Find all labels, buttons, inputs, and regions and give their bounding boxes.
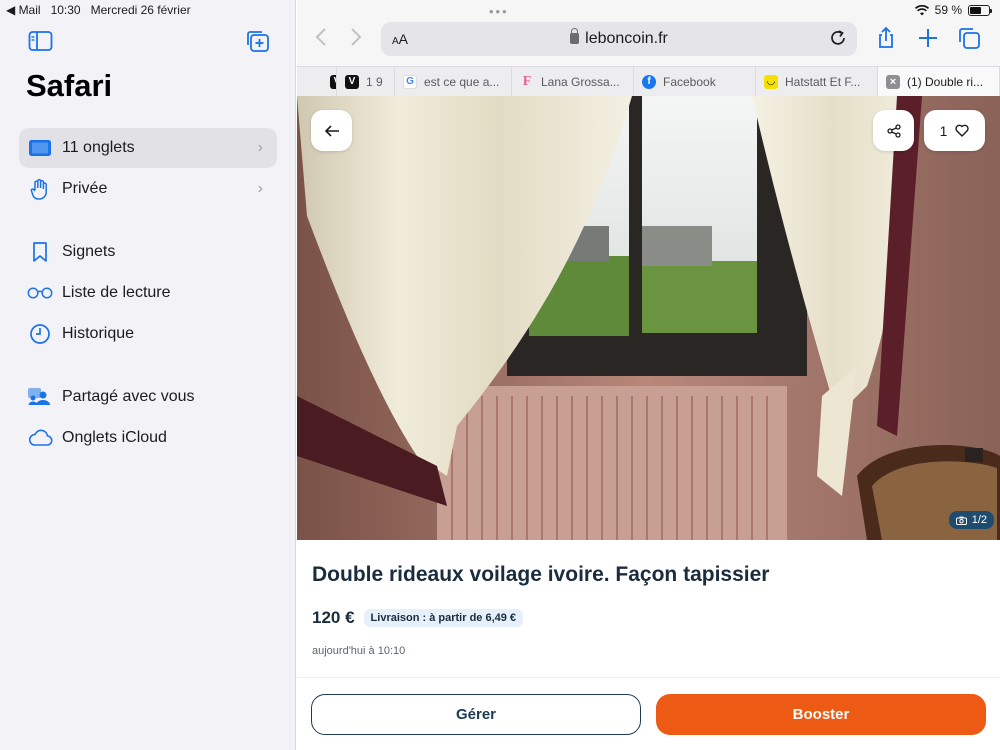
battery-icon — [968, 4, 992, 16]
status-bar: ◀ Mail 10:30 Mercredi 26 février 59 % — [0, 0, 1000, 20]
tab-favicon-icon: F — [522, 73, 532, 89]
tabs-icon — [27, 137, 53, 159]
share-nodes-icon — [886, 123, 901, 138]
sidebar-item-icloud-tabs[interactable]: Onglets iCloud — [19, 418, 277, 458]
tab-label: 1 9 — [366, 74, 383, 89]
photo-counter: 1/2 — [948, 511, 994, 529]
sidebar-item-label: 11 onglets — [62, 139, 135, 156]
sidebar-item-label: Signets — [62, 243, 116, 260]
curtain-window-image — [297, 96, 1000, 540]
chevron-right-icon: › — [257, 180, 263, 197]
tab-item-active[interactable]: × (1) Double ri... — [878, 67, 1000, 96]
tab-favicon-icon: G — [403, 74, 417, 89]
boost-button[interactable]: Booster — [656, 694, 986, 735]
sidebar-item-tabs[interactable]: 11 onglets › — [19, 128, 277, 168]
tab-item[interactable]: V 1 9 — [337, 67, 395, 96]
tab-label: Hatstatt Et F... — [785, 74, 861, 89]
sidebar-item-label: Onglets iCloud — [62, 429, 167, 446]
arrow-left-icon — [324, 124, 339, 137]
sidebar-toggle-icon[interactable] — [28, 30, 54, 52]
tab-overview-icon[interactable] — [957, 26, 981, 50]
close-tab-icon[interactable]: × — [886, 74, 900, 89]
battery-percent: 59 % — [934, 3, 962, 17]
sidebar-item-bookmarks[interactable]: Signets — [19, 232, 277, 272]
share-icon[interactable] — [874, 26, 898, 50]
sidebar-item-shared-with-you[interactable]: Partagé avec vous — [19, 377, 277, 417]
share-listing-button[interactable] — [873, 110, 914, 151]
tab-favicon-icon: V — [345, 74, 359, 89]
forward-icon[interactable] — [349, 27, 363, 47]
tab-label: (1) Double ri... — [907, 74, 984, 89]
address-bar[interactable]: AAAA leboncoin.fr — [381, 22, 857, 56]
bookmark-icon — [27, 241, 53, 263]
tab-item[interactable]: ◡ Hatstatt Et F... — [756, 67, 878, 96]
listing-title: Double rideaux voilage ivoire. Façon tap… — [312, 563, 770, 586]
web-content: 1 1/2 Double rideaux voilage ivoire. Faç… — [297, 96, 1000, 750]
listing-date: aujourd'hui à 10:10 — [312, 645, 406, 657]
clock-icon — [27, 323, 53, 345]
glasses-icon — [27, 282, 53, 304]
back-to-app-link[interactable]: ◀ Mail — [6, 3, 41, 17]
sidebar-item-label: Historique — [62, 325, 135, 342]
new-tab-icon[interactable] — [916, 26, 940, 50]
sidebar-item-reading-list[interactable]: Liste de lecture — [19, 273, 277, 313]
photo-counter-text: 1/2 — [971, 514, 987, 526]
tab-label: Lana Grossa... — [541, 74, 620, 89]
tab-bar: V V 1 9 G est ce que a... F Lana Grossa.… — [297, 66, 1000, 96]
heart-icon — [955, 124, 969, 137]
favorite-button[interactable]: 1 — [924, 110, 985, 151]
lock-icon — [570, 28, 580, 44]
listing-price: 120 € — [312, 608, 355, 627]
sidebar-item-private[interactable]: Privée › — [19, 169, 277, 209]
sidebar-item-history[interactable]: Historique — [19, 314, 277, 354]
delivery-badge: Livraison : à partir de 6,49 € — [363, 609, 524, 627]
wifi-icon — [914, 4, 929, 15]
camera-icon — [955, 516, 967, 525]
shared-people-icon — [27, 386, 53, 408]
cloud-icon — [27, 427, 53, 449]
manage-button[interactable]: Gérer — [311, 694, 641, 735]
new-tab-group-icon[interactable] — [246, 30, 272, 52]
back-icon[interactable] — [314, 27, 328, 47]
tab-item[interactable]: F Lana Grossa... — [512, 67, 634, 96]
reload-icon[interactable] — [828, 28, 848, 48]
tab-label: est ce que a... — [424, 74, 500, 89]
status-time: 10:30 — [50, 3, 81, 17]
tab-item[interactable]: V — [297, 67, 337, 96]
chevron-right-icon: › — [257, 139, 263, 156]
sidebar-item-label: Privée — [62, 180, 108, 197]
tab-favicon-icon: V — [330, 74, 336, 89]
tab-favicon-icon: ◡ — [764, 74, 778, 89]
tab-favicon-icon: f — [642, 74, 656, 89]
likes-count: 1 — [939, 122, 948, 139]
hand-icon — [27, 178, 53, 200]
url-domain: leboncoin.fr — [585, 30, 668, 47]
sidebar-item-label: Partagé avec vous — [62, 388, 195, 405]
sidebar: Safari 11 onglets › Privée › Signets Lis… — [0, 0, 296, 750]
back-button[interactable] — [311, 110, 352, 151]
sidebar-item-label: Liste de lecture — [62, 284, 171, 301]
status-date: Mercredi 26 février — [90, 3, 191, 17]
sidebar-title: Safari — [26, 68, 113, 103]
divider — [297, 677, 1000, 678]
tab-label: Facebook — [663, 74, 716, 89]
tab-item[interactable]: G est ce que a... — [395, 67, 512, 96]
listing-photo[interactable]: 1 1/2 — [297, 96, 1000, 540]
tab-item[interactable]: f Facebook — [634, 67, 756, 96]
